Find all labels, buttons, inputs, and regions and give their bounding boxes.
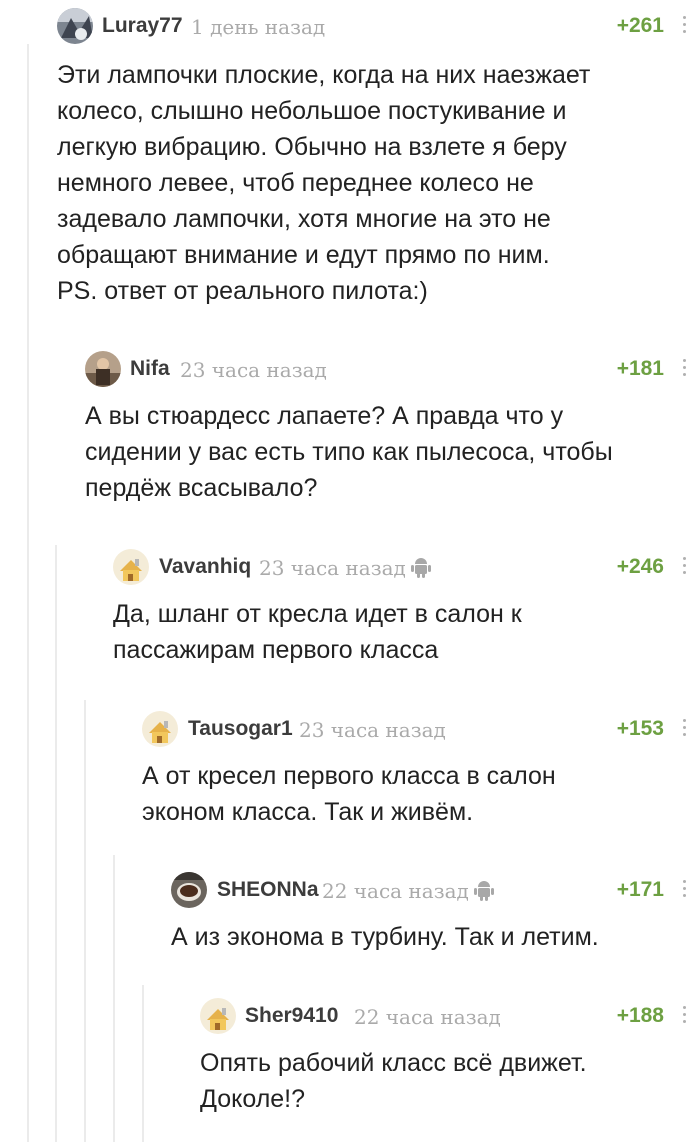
comment-header: Vavanhiq 23 часа назад +246 — [0, 546, 700, 586]
comment-header: SHEONNa 22 часа назад +171 — [0, 869, 700, 909]
comment: SHEONNa 22 часа назад +171 А из эконома … — [0, 869, 700, 951]
comment: Sher9410 22 часа назад +188 Опять рабочи… — [0, 995, 700, 1113]
more-options-icon[interactable] — [678, 715, 690, 743]
comment-time[interactable]: 23 часа назад — [259, 556, 406, 580]
more-options-icon[interactable] — [678, 12, 690, 40]
comment-time[interactable]: 23 часа назад — [299, 718, 446, 742]
more-options-icon[interactable] — [678, 876, 690, 904]
comment-time[interactable]: 22 часа назад — [322, 879, 469, 903]
android-icon — [411, 558, 431, 578]
comment: Tausogar1 23 часа назад +153 А от кресел… — [0, 708, 700, 826]
comment-header: Sher9410 22 часа назад +188 — [0, 995, 700, 1035]
comment-text: А из эконома в турбину. Так и летим. — [171, 923, 599, 951]
more-options-icon[interactable] — [678, 553, 690, 581]
thread-line-level-3 — [84, 700, 86, 1142]
thread-line-level-2 — [55, 545, 57, 1142]
comment-rating: +246 — [616, 555, 664, 578]
comment-text: Эти лампочки плоские, когда на них наезж… — [57, 61, 591, 305]
comment-header: Nifa 23 часа назад +181 — [0, 348, 700, 388]
comment-time[interactable]: 1 день назад — [191, 15, 325, 39]
comment-rating: +181 — [616, 357, 664, 380]
comment: Nifa 23 часа назад +181 А вы стюардесс л… — [0, 348, 700, 502]
comment-text: Да, шланг от кресла идет в салон к пасса… — [113, 600, 522, 664]
username[interactable]: Luray77 — [102, 14, 183, 38]
username[interactable]: Nifa — [130, 357, 170, 381]
avatar[interactable] — [57, 8, 93, 44]
more-options-icon[interactable] — [678, 1002, 690, 1030]
comment-rating: +153 — [616, 717, 664, 740]
thread-line-level-1 — [27, 44, 29, 1142]
avatar[interactable] — [113, 549, 149, 585]
comment-header: Tausogar1 23 часа назад +153 — [0, 708, 700, 748]
comment-text: А вы стюардесс лапаете? А правда что у с… — [85, 402, 613, 502]
username[interactable]: Vavanhiq — [159, 555, 251, 579]
avatar[interactable] — [200, 998, 236, 1034]
comment-text: Опять рабочий класс всё движет. Доколе!? — [200, 1049, 587, 1113]
android-icon — [474, 881, 494, 901]
avatar[interactable] — [171, 872, 207, 908]
username[interactable]: Tausogar1 — [188, 717, 293, 741]
comment-header: Luray77 1 день назад +261 — [0, 5, 700, 45]
comment: Luray77 1 день назад +261 Эти лампочки п… — [0, 5, 700, 305]
comment: Vavanhiq 23 часа назад +246 Да, шланг от… — [0, 546, 700, 664]
comment-text: А от кресел первого класса в салон эконо… — [142, 762, 556, 826]
comment-rating: +261 — [616, 14, 664, 37]
more-options-icon[interactable] — [678, 355, 690, 383]
comment-time[interactable]: 23 часа назад — [180, 358, 327, 382]
username[interactable]: SHEONNa — [217, 878, 319, 902]
avatar[interactable] — [85, 351, 121, 387]
avatar[interactable] — [142, 711, 178, 747]
username[interactable]: Sher9410 — [245, 1004, 338, 1028]
comment-rating: +171 — [616, 878, 664, 901]
comment-rating: +188 — [616, 1004, 664, 1027]
comment-time[interactable]: 22 часа назад — [354, 1005, 501, 1029]
